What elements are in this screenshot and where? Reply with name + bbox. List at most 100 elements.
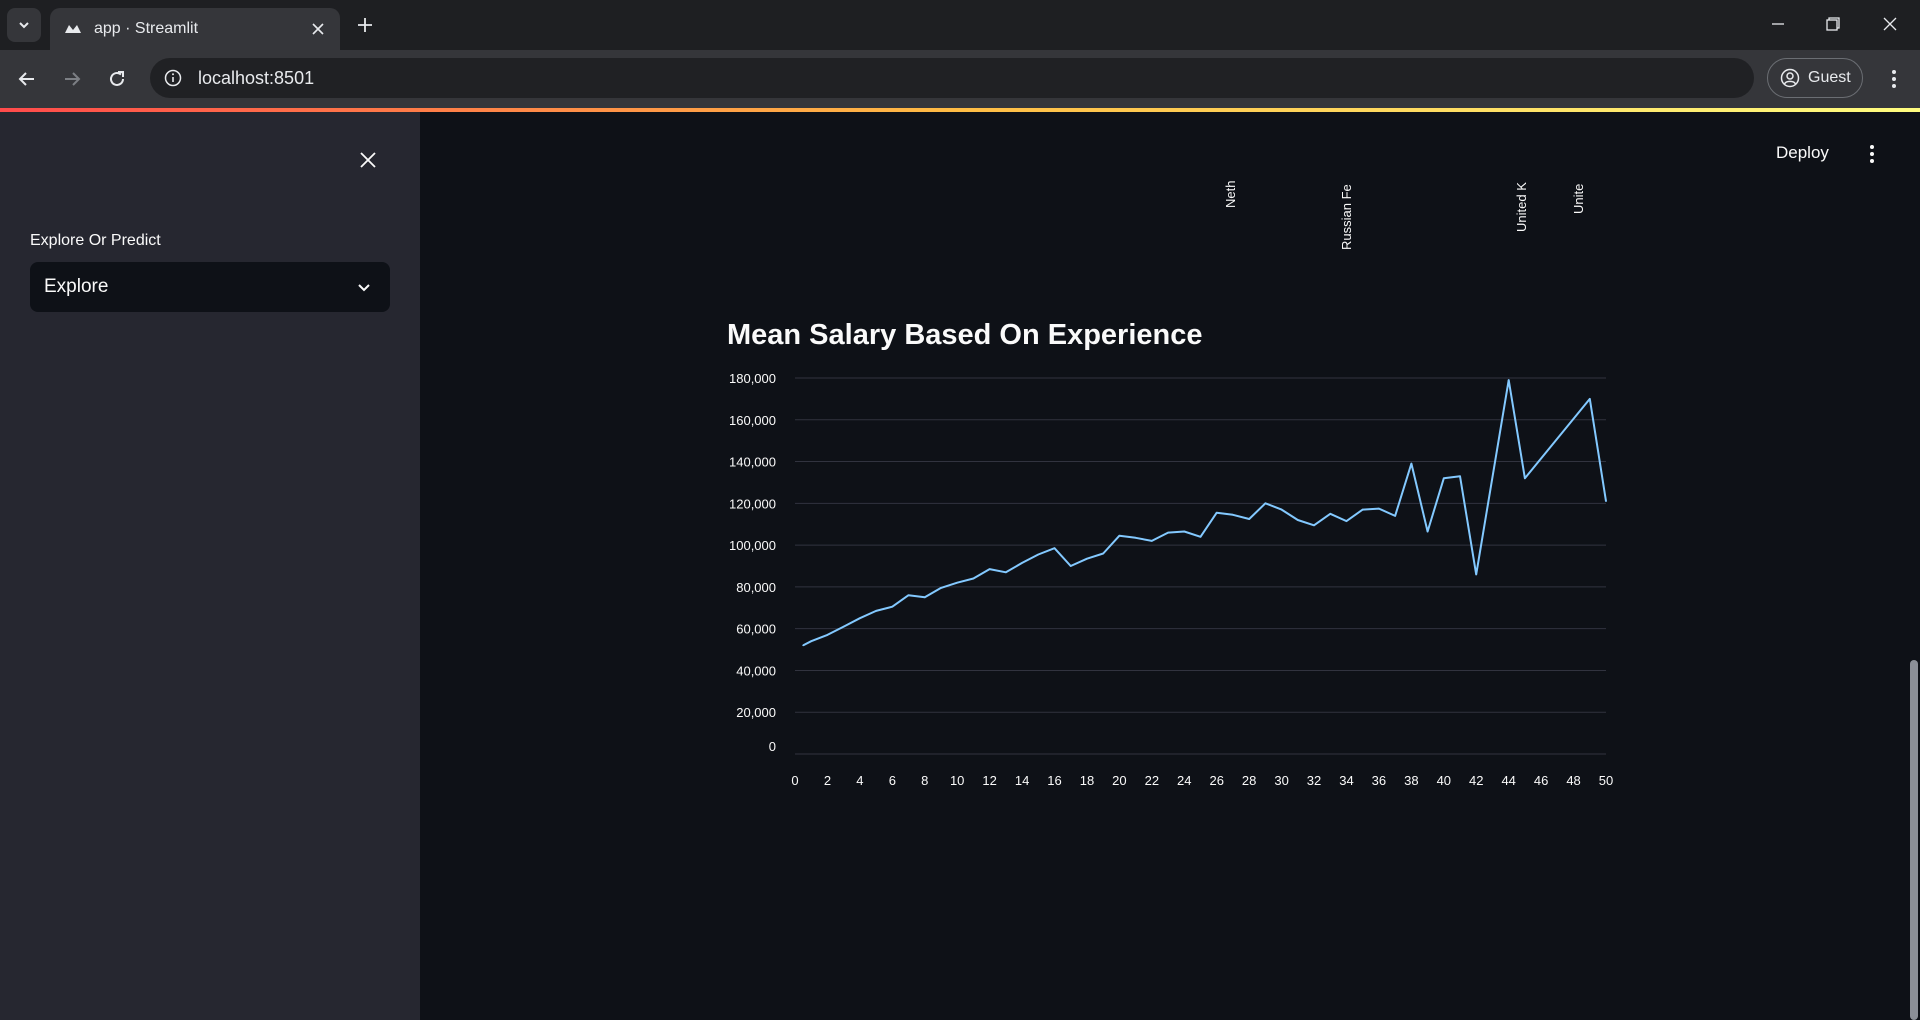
data-point <box>1151 540 1153 542</box>
x-tick-label: 26 <box>1209 773 1223 788</box>
data-point <box>1605 500 1607 503</box>
y-tick-label: 80,000 <box>736 580 776 595</box>
address-bar[interactable]: localhost:8501 <box>150 58 1754 98</box>
close-tab-icon[interactable] <box>308 19 328 39</box>
x-tick-label: 40 <box>1437 773 1451 788</box>
section-title: Mean Salary Based On Experience <box>727 319 1203 351</box>
x-tick-label: 8 <box>921 773 928 788</box>
data-point <box>1507 379 1510 381</box>
x-tick-label: 18 <box>1080 773 1094 788</box>
browser-menu-button[interactable] <box>1880 64 1908 94</box>
sidebar: Explore Or Predict Explore <box>0 112 420 1020</box>
y-tick-label: 60,000 <box>736 622 776 637</box>
x-tick-label: 36 <box>1372 773 1386 788</box>
data-point <box>891 605 894 608</box>
kebab-menu-icon <box>1870 145 1874 163</box>
arrow-left-icon <box>18 72 34 86</box>
y-tick-label: 100,000 <box>729 538 776 553</box>
browser-tab-strip: app · Streamlit <box>0 0 1920 50</box>
x-tick-label: 14 <box>1015 773 1029 788</box>
x-tick-label: 30 <box>1274 773 1288 788</box>
new-tab-button[interactable] <box>352 12 378 38</box>
tab-title: app · Streamlit <box>94 20 199 37</box>
axis-label: Neth <box>1223 180 1238 208</box>
x-tick-label: 42 <box>1469 773 1483 788</box>
deploy-button[interactable]: Deploy <box>1776 143 1829 163</box>
plus-icon <box>358 18 372 32</box>
x-tick-label: 6 <box>889 773 896 788</box>
axis-label: Russian Fe <box>1339 184 1354 250</box>
app-menu-button[interactable] <box>1862 140 1882 168</box>
restore-button[interactable] <box>1813 8 1853 40</box>
data-point <box>802 644 804 647</box>
data-point <box>1410 462 1413 465</box>
data-point <box>1102 552 1104 555</box>
data-point <box>940 587 942 589</box>
close-window-button[interactable] <box>1870 8 1910 40</box>
x-tick-label: 46 <box>1534 773 1548 788</box>
data-point <box>1215 511 1218 514</box>
y-tick-label: 0 <box>769 739 776 754</box>
x-tick-label: 38 <box>1404 773 1418 788</box>
minimize-button[interactable] <box>1758 8 1798 40</box>
data-point <box>1053 547 1056 550</box>
url-text: localhost:8501 <box>198 67 315 88</box>
collapse-sidebar-button[interactable] <box>354 146 382 174</box>
data-point <box>1443 477 1445 480</box>
data-point <box>1005 571 1007 574</box>
restore-icon <box>1826 17 1840 31</box>
data-point <box>875 610 877 612</box>
x-tick-label: 48 <box>1566 773 1580 788</box>
reload-icon <box>110 71 124 86</box>
y-tick-label: 140,000 <box>729 455 776 470</box>
data-point <box>1199 535 1202 538</box>
profile-button[interactable]: Guest <box>1767 58 1863 98</box>
data-point <box>923 596 926 599</box>
data-point <box>1313 524 1315 527</box>
forward-button[interactable] <box>57 64 87 94</box>
explore-predict-select[interactable]: Explore <box>30 262 390 312</box>
data-point <box>1394 515 1396 517</box>
y-tick-label: 180,000 <box>729 371 776 386</box>
back-button[interactable] <box>12 64 42 94</box>
data-point <box>972 577 975 580</box>
close-icon <box>360 152 376 168</box>
x-tick-label: 2 <box>824 773 831 788</box>
x-tick-label: 44 <box>1501 773 1515 788</box>
data-point <box>1280 508 1283 511</box>
data-point <box>1426 530 1429 533</box>
arrow-right-icon <box>65 72 81 86</box>
reload-button[interactable] <box>102 64 132 94</box>
data-point <box>1232 514 1234 516</box>
x-tick-label: 34 <box>1339 773 1353 788</box>
x-tick-label: 10 <box>950 773 964 788</box>
y-tick-label: 120,000 <box>729 496 776 511</box>
line-chart: 0 20,000 40,000 60,000 80,000 100,000 120,000 1… <box>729 371 1613 788</box>
x-tick-label: 16 <box>1047 773 1061 788</box>
browser-tab[interactable]: app · Streamlit <box>50 8 340 50</box>
data-point <box>1183 530 1186 533</box>
data-point <box>1086 557 1088 560</box>
salary-experience-chart: 0 20,000 40,000 60,000 80,000 100,000 120,000 1… <box>700 360 1620 800</box>
kebab-menu-icon <box>1892 70 1896 88</box>
data-point <box>1264 502 1267 505</box>
data-point <box>1021 562 1023 564</box>
data-point <box>810 640 813 642</box>
data-point <box>1037 553 1040 556</box>
data-point <box>988 568 991 570</box>
x-tick-label: 24 <box>1177 773 1191 788</box>
data-point <box>956 581 958 584</box>
scrollbar[interactable] <box>1910 660 1918 1020</box>
profile-label: Guest <box>1808 69 1851 86</box>
data-point <box>1167 531 1169 534</box>
data-point <box>1361 508 1364 511</box>
x-tick-label: 50 <box>1599 773 1613 788</box>
info-icon[interactable] <box>162 67 184 89</box>
data-point <box>1475 573 1478 576</box>
data-point <box>1588 398 1591 400</box>
x-tick-label: 0 <box>791 773 798 788</box>
data-point <box>907 594 910 597</box>
y-tick-label: 160,000 <box>729 413 776 428</box>
data-point <box>1378 507 1380 510</box>
tab-search-button[interactable] <box>7 8 41 42</box>
